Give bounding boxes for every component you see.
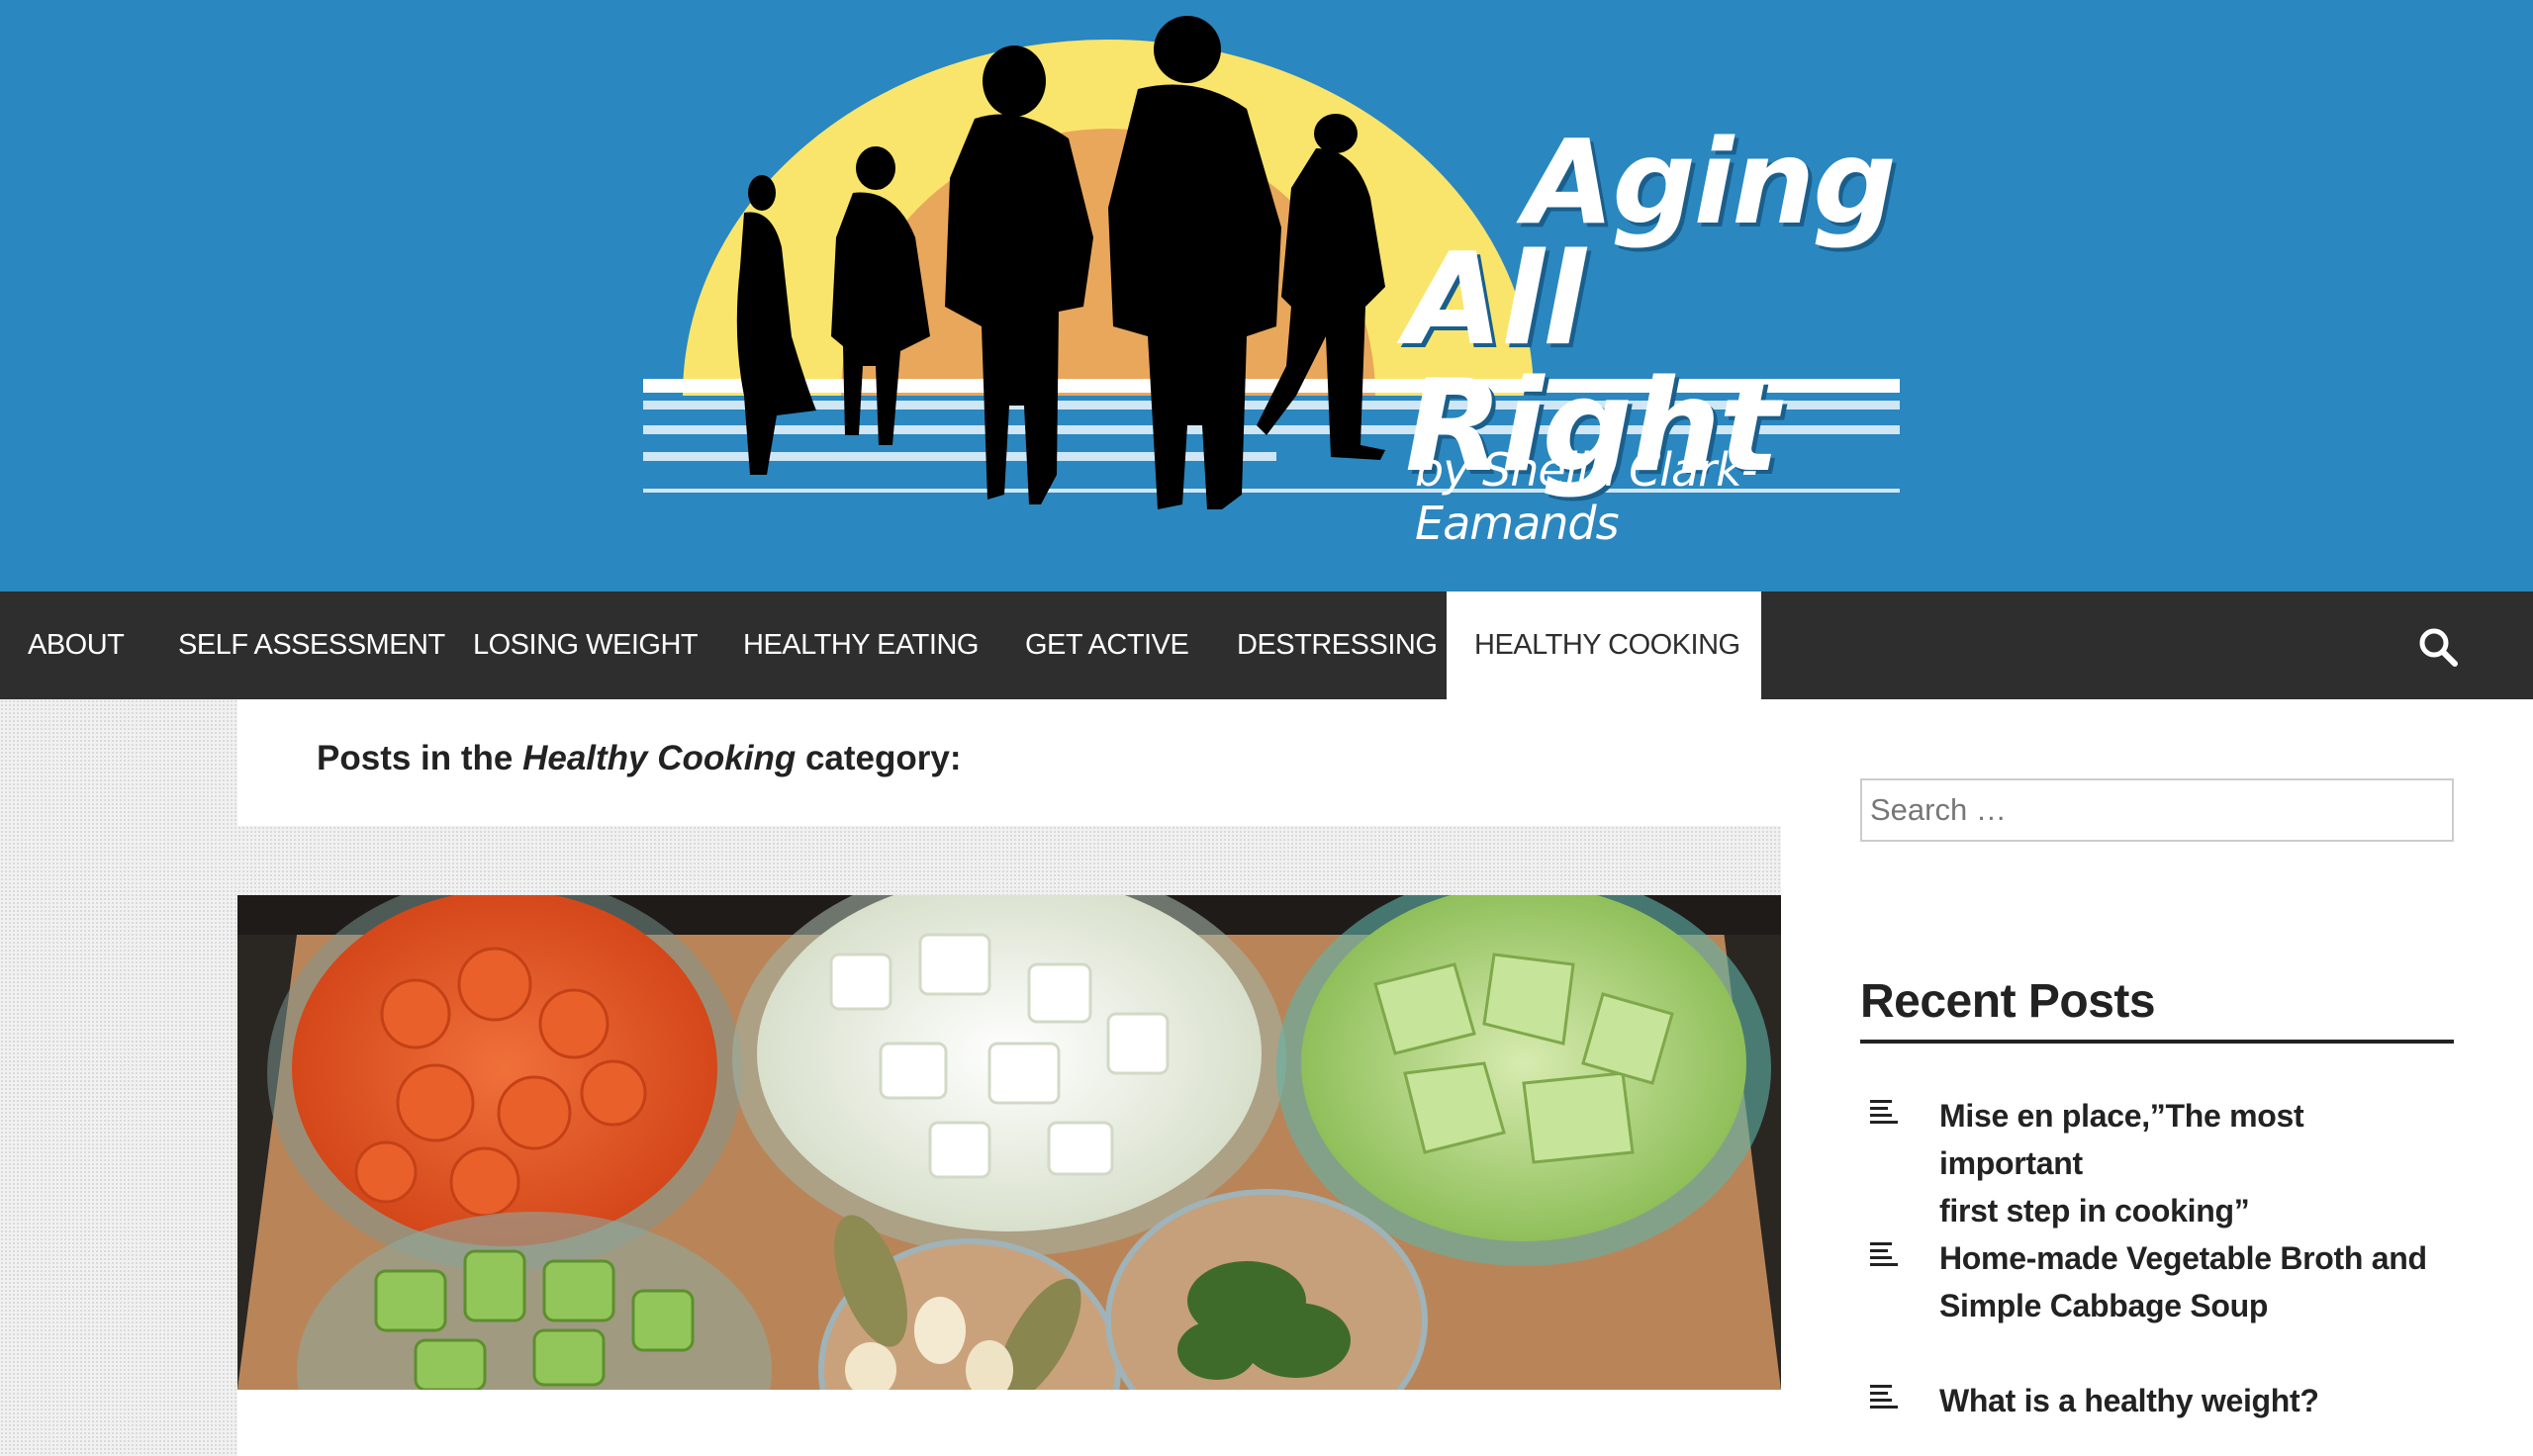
archive-title: Posts in the Healthy Cooking category: — [317, 739, 962, 778]
recent-posts-divider — [1860, 1040, 2454, 1044]
recent-posts-title: Recent Posts — [1860, 975, 2156, 1028]
recent-post-link-mise-en-place[interactable]: Mise en place,”The most important first s… — [1939, 1092, 2454, 1234]
text-lines-icon — [1870, 1100, 1898, 1124]
vegetables-photo — [237, 895, 1781, 1390]
text-lines-icon — [1870, 1242, 1898, 1266]
archive-title-suffix: category: — [796, 739, 962, 777]
recent-post-title-line: Home-made Vegetable Broth and — [1939, 1240, 2427, 1276]
recent-post-title-line: Mise en place,”The most important — [1939, 1098, 2304, 1181]
recent-post-link-vegetable-broth[interactable]: Home-made Vegetable Broth and Simple Cabb… — [1939, 1234, 2454, 1329]
nav-item-destressing[interactable]: DESTRESSING — [1209, 592, 1464, 699]
search-icon[interactable] — [2416, 625, 2460, 669]
post-featured-image[interactable] — [237, 895, 1781, 1390]
archive-title-prefix: Posts in the — [317, 739, 523, 777]
recent-post-link-healthy-weight[interactable]: What is a healthy weight? — [1939, 1377, 2454, 1424]
site-header: Aging All Right by Sheila Clark-Eamands — [0, 0, 2533, 592]
recent-post-title-line: What is a healthy weight? — [1939, 1383, 2319, 1418]
site-logo[interactable]: Aging All Right by Sheila Clark-Eamands — [633, 10, 1910, 550]
nav-item-about[interactable]: ABOUT — [0, 592, 151, 699]
site-byline: by Sheila Clark-Eamands — [1415, 443, 1757, 550]
recent-post-title-line: Simple Cabbage Soup — [1939, 1288, 2269, 1323]
archive-category-name: Healthy Cooking — [522, 739, 797, 777]
nav-item-healthy-cooking[interactable]: HEALTHY COOKING — [1447, 592, 1761, 699]
main-navigation: ABOUT SELF ASSESSMENT LOSING WEIGHT HEAL… — [0, 592, 2533, 699]
nav-item-healthy-eating[interactable]: HEALTHY EATING — [715, 592, 1006, 699]
archive-header: Posts in the Healthy Cooking category: — [237, 699, 1781, 826]
nav-item-get-active[interactable]: GET ACTIVE — [997, 592, 1216, 699]
nav-item-self-assessment[interactable]: SELF ASSESSMENT — [150, 592, 473, 699]
text-lines-icon — [1870, 1385, 1898, 1409]
site-title-line1: Aging — [1524, 114, 1897, 250]
content-separator — [237, 826, 1781, 895]
sidebar-search-input[interactable] — [1860, 778, 2454, 842]
left-gutter — [0, 699, 237, 1456]
nav-item-losing-weight[interactable]: LOSING WEIGHT — [445, 592, 725, 699]
recent-post-title-line: first step in cooking” — [1939, 1193, 2250, 1228]
